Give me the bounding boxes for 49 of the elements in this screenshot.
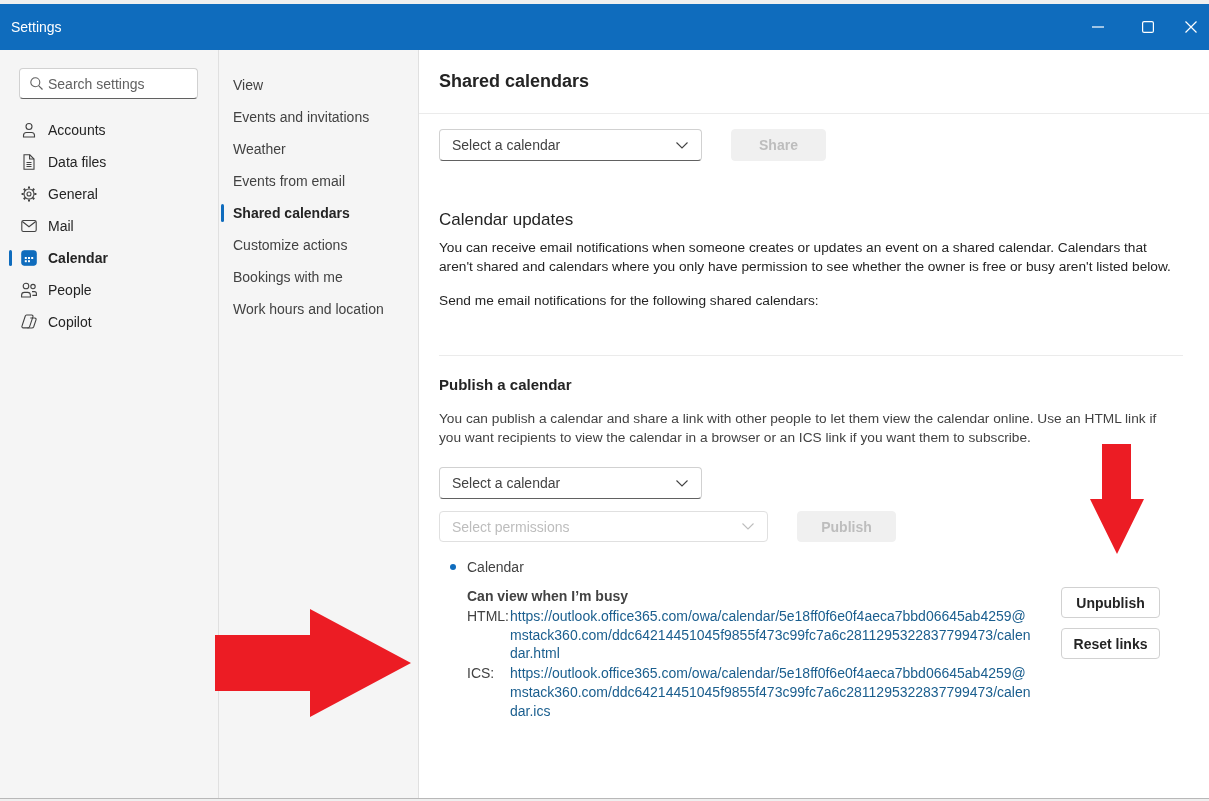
- selection-bar: [9, 250, 12, 266]
- chevron-down-icon: [676, 479, 688, 487]
- calendar-name: Calendar: [467, 559, 524, 575]
- close-icon: [1185, 21, 1197, 33]
- settings-icon: [21, 186, 37, 202]
- subnav-item[interactable]: Events from email: [219, 165, 418, 197]
- subnav-item[interactable]: Events and invitations: [219, 101, 418, 133]
- sidebar-item[interactable]: People: [0, 274, 218, 306]
- subnav-item[interactable]: View: [219, 69, 418, 101]
- sidebar-item[interactable]: Mail: [0, 210, 218, 242]
- person-icon: [21, 122, 37, 138]
- calendar-dropdown[interactable]: Select a calendar: [439, 467, 702, 499]
- subnav-item[interactable]: Weather: [219, 133, 418, 165]
- sidebar-item[interactable]: Data files: [0, 146, 218, 178]
- link-label: ICS:: [467, 664, 496, 683]
- document-icon: [21, 154, 37, 170]
- chevron-down-icon: [676, 141, 688, 149]
- calendar-icon: [21, 250, 37, 266]
- action-button[interactable]: Unpublish: [1061, 587, 1160, 618]
- page-title: Shared calendars: [439, 71, 590, 92]
- maximize-icon: [1142, 21, 1154, 33]
- section-description: You can publish a calendar and share a link with other people to let them view the calendar online. Use an HTML link if you want recipients to view the calendar in a browser or an ICS link if you want them to subscribe.: [439, 410, 1158, 447]
- chevron-down-icon: [742, 523, 754, 530]
- selection-bar: [221, 204, 224, 222]
- section-description: You can receive email notifications when someone creates or updates an event on a shared calendar. Calendars that aren't shared and calendars where you only have permission to see whether the owner is free or busy aren't listed below.: [439, 239, 1172, 276]
- minimize-icon: [1092, 26, 1104, 28]
- subnav-item[interactable]: Shared calendars: [219, 197, 418, 229]
- window-title: Settings: [10, 19, 62, 35]
- search-field[interactable]: Search settings: [19, 68, 198, 99]
- section-heading: Publish a calendar: [439, 375, 573, 395]
- link-label: HTML:: [467, 607, 510, 626]
- search-icon: [30, 77, 43, 90]
- bullet-dot-icon: [450, 564, 456, 570]
- sidebar-item[interactable]: Copilot: [0, 306, 218, 338]
- mail-icon: [21, 218, 37, 234]
- people-icon: [21, 282, 37, 298]
- sidebar-item[interactable]: Calendar: [0, 242, 218, 274]
- notification-prompt: Send me email notifications for the following shared calendars:: [439, 292, 820, 310]
- sidebar-item[interactable]: Accounts: [0, 114, 218, 146]
- subnav-item[interactable]: Work hours and location: [219, 293, 418, 325]
- calendar-dropdown[interactable]: Select a calendar: [439, 129, 702, 161]
- permission-label: Can view when I’m busy: [467, 587, 630, 606]
- section-heading: Calendar updates: [439, 209, 575, 231]
- subnav-item[interactable]: Customize actions: [219, 229, 418, 261]
- calendar-link[interactable]: https://outlook.office365.com/owa/calendar/5e18ff0f6e0f4aeca7bbd06645ab4259@mstack360.com/ddc64214451045f9855f473c99fc7a6c2811295322837799473/calendar.ics: [510, 664, 1032, 721]
- overlapping-tiles-icon: [21, 314, 37, 330]
- subnav-item[interactable]: Bookings with me: [219, 261, 418, 293]
- sidebar-item[interactable]: General: [0, 178, 218, 210]
- action-button[interactable]: Reset links: [1061, 628, 1160, 659]
